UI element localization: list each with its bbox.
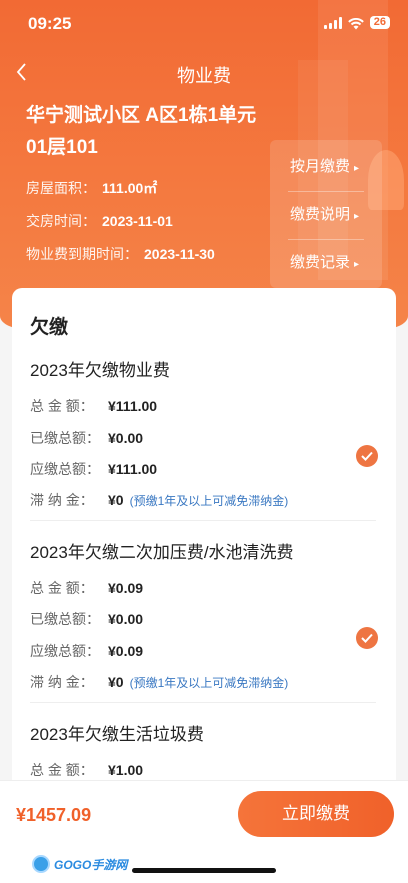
payment-records-button[interactable]: 缴费记录 ▸ (270, 240, 382, 286)
bottom-bar: ¥1457.09 立即缴费 GOGO手游网 (0, 780, 408, 883)
late-fee-note: (预缴1年及以上可减免滞纳金) (129, 675, 289, 690)
expire-info: 物业费到期时间： 2023-11-30 (26, 244, 215, 264)
paid-label: 已缴总额： (30, 430, 100, 446)
arrears-row-paid: 已缴总额： ¥0.00 (30, 609, 143, 629)
due-value: ¥111.00 (108, 461, 158, 477)
page-title: 物业费 (177, 66, 231, 86)
arrears-row-total: 总 金 额： ¥111.00 (30, 396, 157, 416)
action-panel: 按月缴费 ▸ 缴费说明 ▸ 缴费记录 ▸ (270, 140, 382, 288)
total-label: 总 金 额： (30, 398, 94, 414)
area-value: 111.00㎡ (102, 180, 158, 196)
arrears-row-late-fee: 滞 纳 金： ¥0 (预缴1年及以上可减免滞纳金) (30, 672, 288, 692)
chevron-right-icon: ▸ (354, 163, 360, 174)
status-bar: 09:25 26 (0, 0, 408, 44)
paid-value: ¥0.00 (108, 611, 144, 627)
community-address: 华宁测试小区 A区1栋1单元01层101 (26, 105, 257, 158)
total-value: ¥111.00 (108, 398, 158, 414)
expire-label: 物业费到期时间： (26, 246, 138, 262)
late-fee-label: 滞 纳 金： (30, 674, 94, 690)
payment-instructions-button[interactable]: 缴费说明 ▸ (270, 192, 382, 238)
arrears-row-due: 应缴总额： ¥0.09 (30, 641, 143, 661)
handover-value: 2023-11-01 (102, 213, 173, 229)
watermark: GOGO手游网 (32, 854, 127, 874)
paid-label: 已缴总额： (30, 611, 100, 627)
wifi-icon (347, 17, 364, 29)
area-label: 房屋面积： (26, 180, 96, 196)
battery-icon: 26 (369, 16, 390, 29)
arrears-title: 欠缴 (30, 317, 69, 338)
arrears-row-total: 总 金 额： ¥0.09 (30, 578, 143, 598)
total-amount: ¥1457.09 (16, 805, 92, 825)
arrears-item-title: 2023年欠缴物业费 (30, 361, 170, 380)
late-fee-value: ¥0 (108, 492, 124, 508)
status-time: 09:25 (28, 14, 72, 33)
pay-now-button[interactable]: 立即缴费 (238, 791, 394, 837)
payment-instructions-label: 缴费说明 (290, 206, 351, 223)
monthly-pay-button[interactable]: 按月缴费 ▸ (270, 144, 382, 190)
divider (30, 520, 376, 521)
arrears-row-total: 总 金 额： ¥1.00 (30, 760, 143, 780)
arrears-row-late-fee: 滞 纳 金： ¥0 (预缴1年及以上可减免滞纳金) (30, 490, 288, 510)
payment-records-label: 缴费记录 (290, 254, 351, 271)
chevron-right-icon: ▸ (354, 211, 360, 222)
arrears-row-paid: 已缴总额： ¥0.00 (30, 428, 143, 448)
total-label: 总 金 额： (30, 580, 94, 596)
item-checkbox[interactable] (356, 627, 378, 649)
watermark-text: GOGO手游网 (54, 857, 128, 872)
chevron-right-icon: ▸ (354, 259, 360, 270)
late-fee-value: ¥0 (108, 674, 124, 690)
handover-label: 交房时间： (26, 213, 96, 229)
arrears-item-title: 2023年欠缴二次加压费/水池清洗费 (30, 543, 294, 562)
expire-value: 2023-11-30 (144, 246, 215, 262)
handover-info: 交房时间： 2023-11-01 (26, 211, 173, 231)
total-label: 总 金 额： (30, 762, 94, 778)
check-icon (361, 451, 373, 461)
total-value: ¥1.00 (108, 762, 144, 778)
paid-value: ¥0.00 (108, 430, 144, 446)
late-fee-label: 滞 纳 金： (30, 492, 94, 508)
watermark-logo-icon (32, 855, 50, 873)
total-value: ¥0.09 (108, 580, 144, 596)
divider (30, 702, 376, 703)
due-value: ¥0.09 (108, 643, 144, 659)
late-fee-note: (预缴1年及以上可减免滞纳金) (129, 493, 289, 508)
arrears-card: 欠缴 2023年欠缴物业费 总 金 额： ¥111.00 已缴总额： ¥0.00 应… (12, 288, 396, 808)
due-label: 应缴总额： (30, 461, 100, 477)
status-icons: 26 (323, 16, 390, 29)
signal-icon (323, 16, 342, 29)
home-indicator (132, 868, 276, 873)
arrears-item-title: 2023年欠缴生活垃圾费 (30, 725, 204, 744)
nav-bar: 物业费 (0, 58, 408, 88)
check-icon (361, 633, 373, 643)
monthly-pay-label: 按月缴费 (290, 158, 351, 175)
due-label: 应缴总额： (30, 643, 100, 659)
area-info: 房屋面积： 111.00㎡ (26, 178, 157, 198)
item-checkbox[interactable] (356, 445, 378, 467)
arrears-row-due: 应缴总额： ¥111.00 (30, 459, 157, 479)
